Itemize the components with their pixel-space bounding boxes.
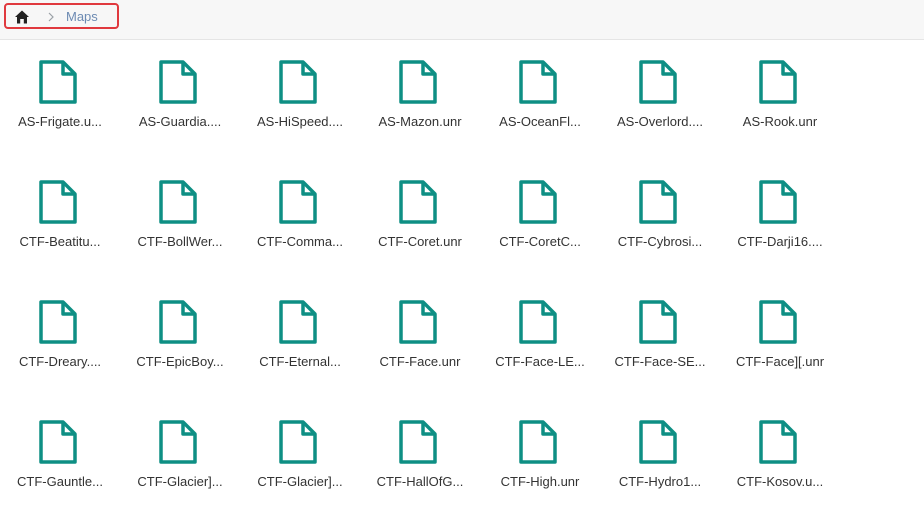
file-icon (759, 300, 797, 344)
file-item[interactable]: AS-Mazon.unr (360, 56, 480, 166)
file-icon (39, 300, 77, 344)
file-name: AS-Rook.unr (742, 114, 818, 129)
file-icon (399, 180, 437, 224)
file-item[interactable]: CTF-Face-SE... (600, 296, 720, 406)
file-name: CTF-Darji16.... (737, 234, 823, 249)
file-item[interactable]: CTF-Face-LE... (480, 296, 600, 406)
file-icon (279, 420, 317, 464)
file-item[interactable]: CTF-Cybrosi... (600, 176, 720, 286)
file-icon (399, 300, 437, 344)
file-icon (759, 180, 797, 224)
file-icon (159, 180, 197, 224)
file-name: CTF-Coret.unr (378, 234, 462, 249)
file-icon (519, 60, 557, 104)
file-item[interactable]: AS-Frigate.u... (0, 56, 120, 166)
file-item[interactable]: CTF-CoretC... (480, 176, 600, 286)
file-icon (399, 420, 437, 464)
file-name: CTF-BollWer... (137, 234, 223, 249)
file-name: AS-HiSpeed.... (257, 114, 343, 129)
file-item[interactable]: CTF-HallOfG... (360, 416, 480, 526)
file-item[interactable]: CTF-BollWer... (120, 176, 240, 286)
file-name: AS-Mazon.unr (378, 114, 462, 129)
file-icon (279, 180, 317, 224)
file-name: CTF-Kosov.u... (736, 474, 824, 489)
file-icon (519, 300, 557, 344)
file-item[interactable]: CTF-Comma... (240, 176, 360, 286)
file-name: CTF-Face-SE... (614, 354, 706, 369)
file-item[interactable]: CTF-Glacier]... (120, 416, 240, 526)
file-item[interactable]: CTF-Kosov.u... (720, 416, 840, 526)
file-name: CTF-Dreary.... (18, 354, 102, 369)
file-name: CTF-Comma... (257, 234, 343, 249)
file-icon (399, 60, 437, 104)
file-name: AS-OceanFl... (499, 114, 581, 129)
file-item[interactable]: CTF-Beatitu... (0, 176, 120, 286)
file-icon (159, 420, 197, 464)
file-name: CTF-Gauntle... (17, 474, 103, 489)
file-name: CTF-Beatitu... (19, 234, 101, 249)
file-icon (159, 300, 197, 344)
file-item[interactable]: CTF-Darji16.... (720, 176, 840, 286)
file-item[interactable]: CTF-EpicBoy... (120, 296, 240, 406)
file-item[interactable]: CTF-Face.unr (360, 296, 480, 406)
file-icon (39, 420, 77, 464)
file-icon (39, 60, 77, 104)
file-icon (519, 180, 557, 224)
file-icon (759, 420, 797, 464)
file-icon (639, 420, 677, 464)
file-name: CTF-HallOfG... (376, 474, 464, 489)
file-icon (639, 300, 677, 344)
file-icon (279, 300, 317, 344)
file-name: CTF-CoretC... (499, 234, 581, 249)
file-name: CTF-Face][.unr (735, 354, 825, 369)
file-name: AS-Guardia.... (138, 114, 222, 129)
chevron-right-icon (48, 12, 54, 22)
file-name: CTF-Hydro1... (618, 474, 702, 489)
file-item[interactable]: AS-Guardia.... (120, 56, 240, 166)
file-name: CTF-Eternal... (259, 354, 341, 369)
file-item[interactable]: AS-HiSpeed.... (240, 56, 360, 166)
file-item[interactable]: CTF-Gauntle... (0, 416, 120, 526)
file-name: CTF-Face.unr (379, 354, 461, 369)
file-icon (639, 180, 677, 224)
file-item[interactable]: CTF-Eternal... (240, 296, 360, 406)
file-name: CTF-Glacier]... (137, 474, 223, 489)
file-item[interactable]: CTF-High.unr (480, 416, 600, 526)
file-name: AS-Frigate.u... (18, 114, 102, 129)
home-icon[interactable] (14, 9, 30, 25)
file-icon (279, 60, 317, 104)
file-icon (159, 60, 197, 104)
breadcrumb-current-folder[interactable]: Maps (66, 9, 98, 25)
file-icon (39, 180, 77, 224)
file-name: AS-Overlord.... (617, 114, 703, 129)
file-item[interactable]: CTF-Face][.unr (720, 296, 840, 406)
file-name: CTF-Glacier]... (257, 474, 343, 489)
file-item[interactable]: AS-Overlord.... (600, 56, 720, 166)
address-bar: Maps (0, 0, 924, 40)
file-name: CTF-EpicBoy... (136, 354, 224, 369)
file-name: CTF-High.unr (500, 474, 580, 489)
file-item[interactable]: AS-Rook.unr (720, 56, 840, 166)
file-item[interactable]: CTF-Hydro1... (600, 416, 720, 526)
file-item[interactable]: AS-OceanFl... (480, 56, 600, 166)
file-name: CTF-Cybrosi... (617, 234, 703, 249)
file-icon (519, 420, 557, 464)
breadcrumb: Maps (4, 3, 119, 29)
file-name: CTF-Face-LE... (495, 354, 585, 369)
file-item[interactable]: CTF-Coret.unr (360, 176, 480, 286)
file-icon (639, 60, 677, 104)
file-item[interactable]: CTF-Glacier]... (240, 416, 360, 526)
file-item[interactable]: CTF-Dreary.... (0, 296, 120, 406)
file-icon (759, 60, 797, 104)
